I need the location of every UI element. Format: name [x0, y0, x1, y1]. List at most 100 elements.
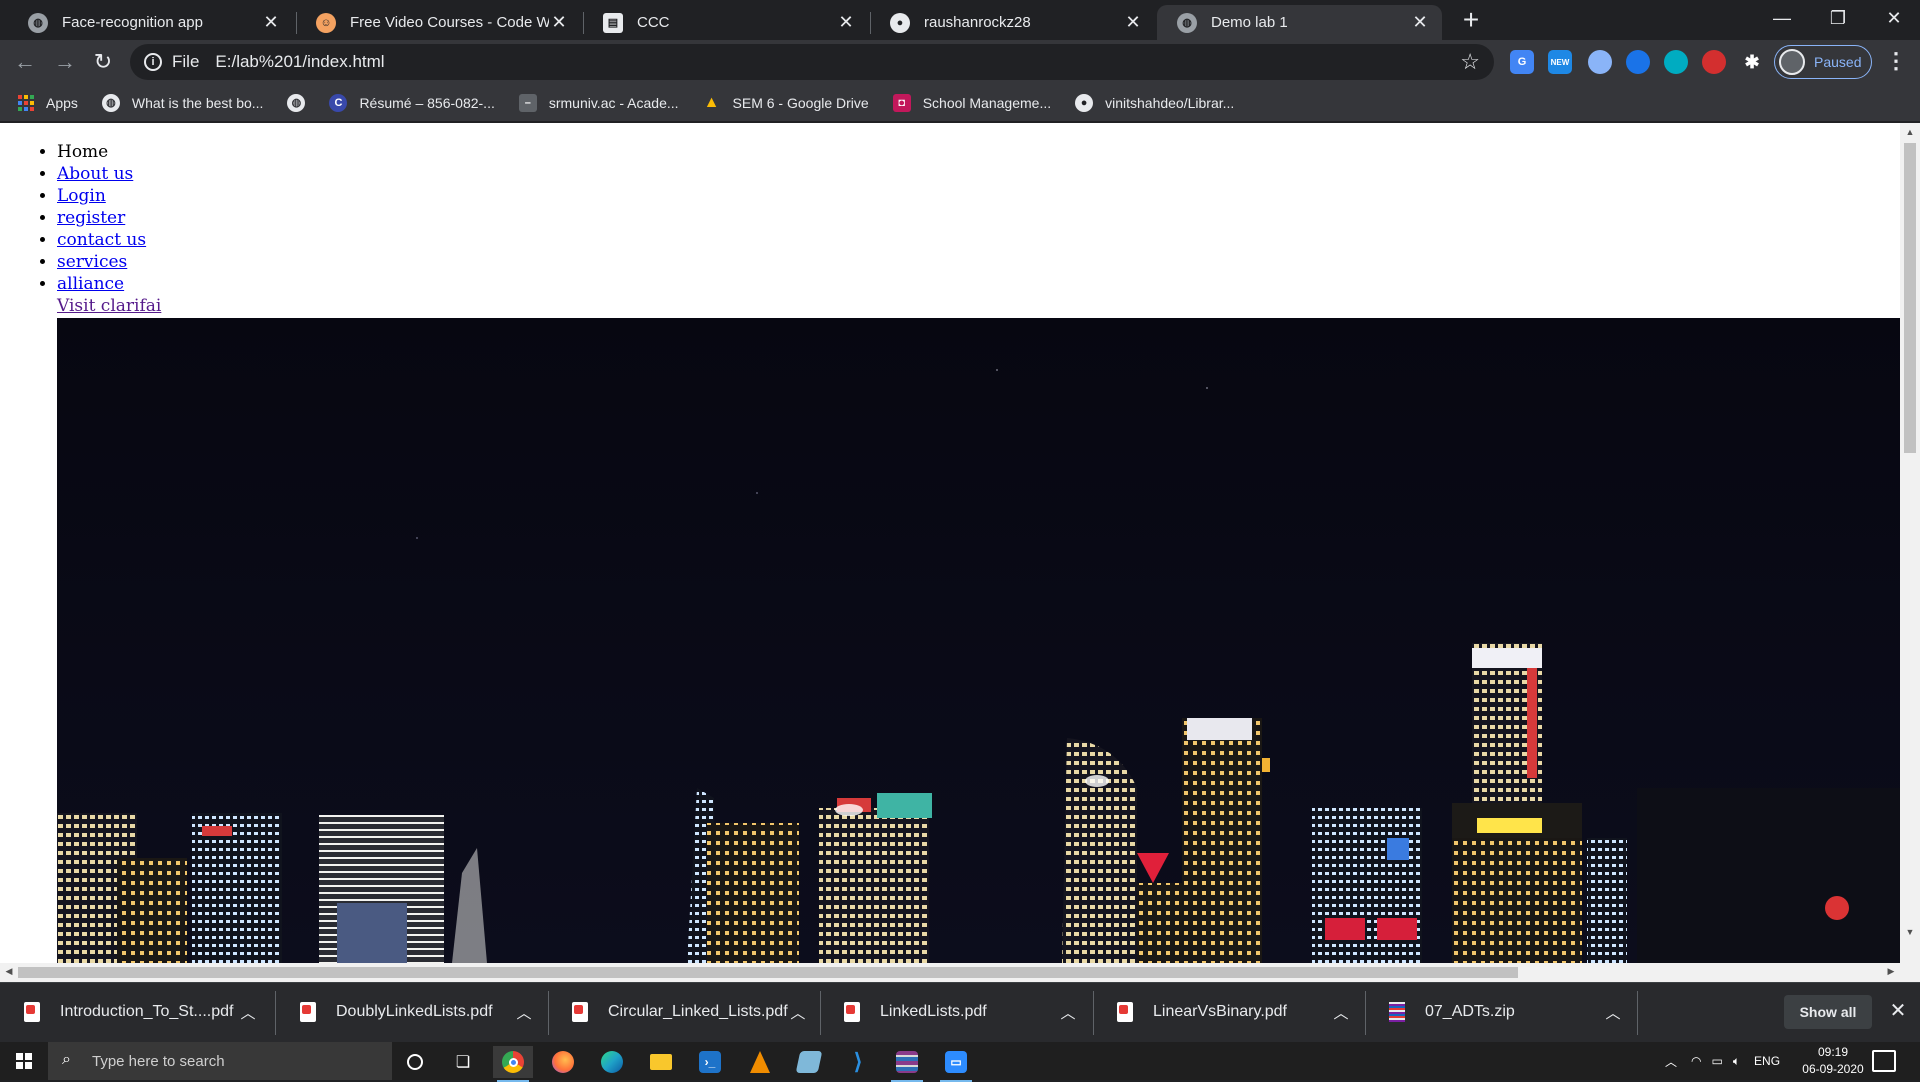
vertical-scroll-thumb[interactable] — [1904, 143, 1916, 453]
circle-extension-icon[interactable] — [1588, 50, 1612, 74]
volume-icon[interactable]: 🔈︎ — [1733, 1054, 1740, 1069]
bookmark-apps[interactable]: Apps — [18, 94, 78, 111]
taskbar-search[interactable]: ⌕ Type here to search — [48, 1042, 392, 1080]
chevron-up-icon[interactable]: ︿ — [1329, 1002, 1353, 1023]
bookmark-label: Apps — [46, 94, 78, 111]
new-badge-extension-icon[interactable]: NEW — [1548, 50, 1572, 74]
bookmark-sem6-drive[interactable]: ▲ SEM 6 - Google Drive — [703, 94, 869, 112]
visit-clarifai-link[interactable]: Visit clarifai — [57, 295, 161, 317]
scroll-right-arrow-icon[interactable]: ▶ — [1884, 966, 1898, 978]
address-bar[interactable]: i File E:/lab%201/index.html ☆ — [130, 44, 1494, 80]
bookmark-globe[interactable]: ◍ — [287, 93, 306, 112]
bookmark-resume[interactable]: C Résumé – 856-082-... — [329, 93, 495, 112]
start-button[interactable] — [0, 1042, 48, 1080]
taskbar-clock[interactable]: 09:19 06-09-2020 — [1798, 1044, 1868, 1078]
task-view-icon[interactable]: ❏ — [443, 1046, 483, 1078]
vscode-icon[interactable]: ⟩ — [838, 1046, 878, 1078]
horizontal-scroll-thumb[interactable] — [18, 967, 1518, 978]
vlc-icon[interactable] — [740, 1046, 780, 1078]
vertical-scrollbar[interactable]: ▲ ▼ — [1900, 123, 1920, 963]
teal-circle-extension-icon[interactable] — [1664, 50, 1688, 74]
file-explorer-icon[interactable] — [641, 1046, 681, 1078]
chevron-up-icon[interactable]: ︿ — [1601, 1002, 1625, 1023]
tab-title: Face-recognition app — [62, 14, 203, 31]
notification-center-icon[interactable] — [1872, 1050, 1896, 1072]
edge-icon[interactable] — [592, 1046, 632, 1078]
profile-button[interactable]: Paused — [1774, 45, 1872, 79]
close-icon[interactable]: ✕ — [1886, 999, 1910, 1023]
puzzle-extensions-icon[interactable]: ✱ — [1740, 50, 1764, 74]
notepad-icon[interactable] — [789, 1046, 829, 1078]
nav-item-home: Home — [57, 141, 146, 163]
scroll-down-arrow-icon[interactable]: ▼ — [1904, 927, 1916, 941]
close-icon[interactable]: ✕ — [1410, 12, 1430, 33]
forward-button[interactable]: → — [50, 48, 80, 78]
restore-button[interactable]: ❐ — [1810, 0, 1866, 36]
nav-link-services[interactable]: services — [57, 252, 127, 272]
horizontal-scrollbar[interactable]: ◀ ▶ — [0, 963, 1920, 982]
bookmark-star-icon[interactable]: ☆ — [1460, 49, 1480, 75]
close-icon[interactable]: ✕ — [261, 12, 281, 33]
nav-link-contact-us[interactable]: contact us — [57, 230, 146, 250]
reload-button[interactable]: ↻ — [88, 48, 118, 78]
close-icon[interactable]: ✕ — [1123, 12, 1143, 33]
tab-face-recognition[interactable]: ◍ Face-recognition app ✕ — [8, 5, 293, 40]
chevron-up-icon[interactable]: ︿ — [1056, 1002, 1080, 1023]
url-text[interactable]: E:/lab%201/index.html — [215, 52, 384, 72]
skyline-illustration — [57, 318, 1900, 963]
globe-icon: ◍ — [28, 12, 48, 33]
minimize-button[interactable]: — — [1754, 0, 1810, 36]
tab-demo-lab-1[interactable]: ◍ Demo lab 1 ✕ — [1157, 5, 1442, 40]
scroll-left-arrow-icon[interactable]: ◀ — [2, 966, 16, 978]
tab-title: raushanrockz28 — [924, 14, 1031, 31]
close-icon[interactable]: ✕ — [836, 12, 856, 33]
download-item[interactable]: Introduction_To_St....pdf ︿ — [0, 983, 272, 1041]
nav-link-login[interactable]: Login — [57, 186, 106, 206]
nav-link-alliance[interactable]: alliance — [57, 274, 124, 294]
new-tab-button[interactable]: + — [1458, 6, 1484, 34]
bookmark-vinitshahdeo[interactable]: ● vinitshahdeo/Librar... — [1075, 93, 1234, 112]
tab-free-video-courses[interactable]: ☺ Free Video Courses - Code With ✕ — [296, 5, 581, 40]
download-item[interactable]: LinearVsBinary.pdf ︿ — [1093, 983, 1365, 1041]
search-icon: ⌕ — [62, 1051, 71, 1068]
chevron-up-icon[interactable]: ︿ — [236, 1002, 260, 1023]
cortana-icon[interactable] — [395, 1046, 435, 1078]
nav-item-login: Login — [57, 185, 146, 207]
download-item[interactable]: DoublyLinkedLists.pdf ︿ — [276, 983, 548, 1041]
winrar-icon[interactable] — [887, 1046, 927, 1082]
chevron-up-icon[interactable]: ︿ — [512, 1002, 536, 1023]
powershell-icon[interactable]: ›_ — [690, 1046, 730, 1078]
close-icon[interactable]: ✕ — [549, 12, 569, 33]
language-indicator[interactable]: ENG — [1754, 1054, 1780, 1068]
bookmark-srmuniv[interactable]: – srmuniv.ac - Acade... — [518, 93, 679, 112]
download-item[interactable]: 07_ADTs.zip ︿ — [1365, 983, 1637, 1041]
download-item[interactable]: Circular_Linked_Lists.pdf ︿ — [548, 983, 820, 1041]
red-extension-icon[interactable] — [1702, 50, 1726, 74]
info-icon[interactable]: i — [144, 53, 162, 71]
blue-circle-extension-icon[interactable] — [1626, 50, 1650, 74]
back-button[interactable]: ← — [10, 48, 40, 78]
firefox-icon[interactable] — [543, 1046, 583, 1078]
wifi-icon[interactable]: ◠ — [1691, 1054, 1701, 1068]
close-window-button[interactable]: ✕ — [1866, 0, 1920, 36]
zoom-icon[interactable]: ▭ — [936, 1046, 976, 1082]
bookmark-label: SEM 6 - Google Drive — [732, 94, 869, 111]
battery-icon[interactable]: ▭ — [1712, 1054, 1723, 1068]
chevron-up-icon[interactable]: ︿ — [788, 1002, 808, 1023]
system-tray: ︿ ◠ ▭ 🔈︎ ENG — [1665, 1042, 1780, 1080]
chrome-icon[interactable] — [493, 1046, 533, 1082]
download-item[interactable]: LinkedLists.pdf ︿ — [820, 983, 1092, 1041]
menu-dots-icon[interactable]: ⋮ — [1884, 50, 1908, 74]
google-translate-icon[interactable]: G — [1510, 50, 1534, 74]
nav-link-register[interactable]: register — [57, 208, 125, 228]
chevron-up-icon[interactable]: ︿ — [1665, 1053, 1677, 1070]
show-all-button[interactable]: Show all — [1784, 995, 1872, 1029]
bookmark-school-management[interactable]: ◘ School Manageme... — [892, 93, 1051, 112]
tab-title: Free Video Courses - Code With — [350, 14, 549, 31]
nav-link-about-us[interactable]: About us — [57, 164, 133, 184]
tab-github[interactable]: ● raushanrockz28 ✕ — [870, 5, 1155, 40]
bookmark-best-bo[interactable]: ◍ What is the best bo... — [101, 93, 263, 112]
scroll-up-arrow-icon[interactable]: ▲ — [1904, 127, 1916, 141]
tab-ccc[interactable]: ▤ CCC ✕ — [583, 5, 868, 40]
download-filename: LinearVsBinary.pdf — [1153, 1003, 1287, 1020]
